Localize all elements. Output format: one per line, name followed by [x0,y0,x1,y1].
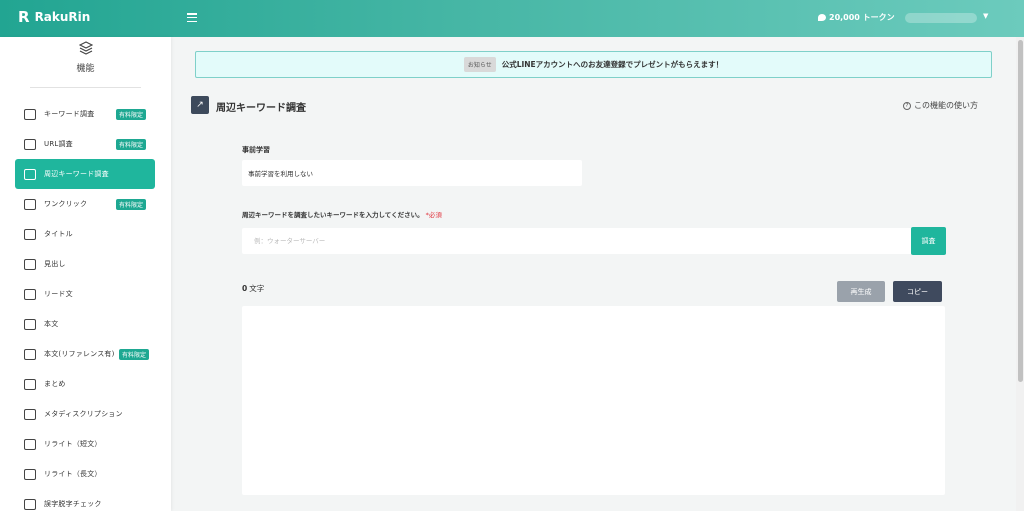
sidebar-item-label: ワンクリック [44,200,88,208]
sidebar-item-label: 本文(リファレンス有) [44,350,115,358]
sidebar-item[interactable]: キーワード調査 有料限定 [15,99,155,129]
token-balance: 20,000 トークン [818,12,895,23]
sidebar-item[interactable]: メタディスクリプション [15,399,155,429]
typo-check-icon [24,498,36,510]
scrollbar-thumb[interactable] [1018,40,1023,382]
layers-icon [78,41,93,55]
paid-badge: 有料限定 [115,109,146,120]
sidebar-item[interactable]: 本文(リファレンス有) 有料限定 [15,339,155,369]
sidebar-heading-label: 機能 [76,64,95,74]
sidebar-divider [30,87,141,88]
meta-description-icon [24,408,36,420]
help-link-label: この機能の使い方 [914,101,978,110]
token-chat-icon [818,14,826,21]
sidebar-item[interactable]: 見出し [15,249,155,279]
help-link[interactable]: ? この機能の使い方 [903,100,978,111]
sidebar-menu: キーワード調査 有料限定 URL調査 有料限定 周辺キーワード調査 ワンクリック 有料限定タ… [15,99,155,511]
search-button[interactable]: 調査 [911,227,946,255]
sidebar-item-label: リライト（長文） [44,470,102,478]
title-icon [24,228,36,240]
lead-icon [24,288,36,300]
logo[interactable]: R RakuRin [18,10,90,25]
sidebar-item[interactable]: 本文 [15,309,155,339]
sidebar-item-label: タイトル [44,230,73,238]
regenerate-button[interactable]: 再生成 [837,281,885,302]
sidebar-heading: 機能 [0,41,171,74]
sidebar-item-label: リライト（短文） [44,440,102,448]
sidebar-item[interactable]: リード文 [15,279,155,309]
sidebar-item-label: 本文 [44,320,59,328]
keyword-label-text: 周辺キーワードを調査したいキーワードを入力してください。 [242,211,424,219]
char-count: 0 文字 [242,283,264,294]
char-count-unit: 文字 [249,284,265,293]
sidebar-item[interactable]: 周辺キーワード調査 [15,159,155,189]
logo-mark: R [18,8,30,26]
menu-toggle-icon[interactable] [187,13,197,22]
paid-badge: 有料限定 [115,199,146,210]
sidebar-item-label: 誤字脱字チェック [44,500,102,508]
sidebar-item-label: 周辺キーワード調査 [44,170,109,178]
sidebar-item[interactable]: URL調査 有料限定 [15,129,155,159]
sidebar-item[interactable]: タイトル [15,219,155,249]
sidebar-item[interactable]: まとめ [15,369,155,399]
paid-badge: 有料限定 [118,349,149,360]
rewrite-short-icon [24,438,36,450]
sidebar-item[interactable]: ワンクリック 有料限定 [15,189,155,219]
sidebar-item[interactable]: リライト（短文） [15,429,155,459]
sidebar-item-label: メタディスクリプション [44,410,123,418]
sidebar-item-label: まとめ [44,380,66,388]
chevron-down-icon[interactable]: ▼ [983,12,988,20]
pretraining-select[interactable]: 事前学習を利用しない [242,160,582,186]
related-keyword-icon [24,168,36,180]
heading-icon [24,258,36,270]
notice-tag: お知らせ [463,57,496,72]
pretraining-select-value: 事前学習を利用しない [248,170,313,178]
sidebar-item-label: リード文 [44,290,73,298]
result-output[interactable] [242,306,945,495]
sidebar-item-label: URL調査 [44,140,73,148]
paid-badge: 有料限定 [115,139,146,150]
app-name: RakuRin [34,10,91,24]
related-keyword-page-icon: ↗ [191,96,209,114]
required-mark: *必須 [425,211,442,219]
keyword-label: 周辺キーワードを調査したいキーワードを入力してください。 *必須 [242,209,442,219]
url-search-icon [24,138,36,150]
keyword-search-icon [24,108,36,120]
user-menu[interactable] [905,13,977,23]
rewrite-long-icon [24,468,36,480]
page-title: 周辺キーワード調査 [216,103,306,114]
keyword-input[interactable] [242,228,911,254]
sidebar-item-label: キーワード調査 [44,110,95,118]
sidebar-item[interactable]: 誤字脱字チェック [15,489,155,511]
notice-banner[interactable]: お知らせ 公式LINEアカウントへのお友達登録でプレゼントがもらえます！ [195,51,992,78]
one-click-icon [24,198,36,210]
sidebar: 機能 キーワード調査 有料限定 URL調査 有料限定 周辺キーワード調査 ワンクリック 有料… [0,37,171,511]
sidebar-item[interactable]: リライト（長文） [15,459,155,489]
copy-button[interactable]: コピー [893,281,942,302]
char-count-value: 0 [242,284,248,293]
sidebar-item-label: 見出し [44,260,66,268]
top-header: R RakuRin 20,000 トークン ▼ [0,0,1024,37]
question-icon: ? [903,101,911,110]
notice-text: 公式LINEアカウントへのお友達登録でプレゼントがもらえます！ [501,60,724,69]
token-count: 20,000 トークン [829,13,895,22]
pretraining-label: 事前学習 [242,146,270,154]
body-text-icon [24,318,36,330]
body-reference-icon [24,348,36,360]
summary-icon [24,378,36,390]
